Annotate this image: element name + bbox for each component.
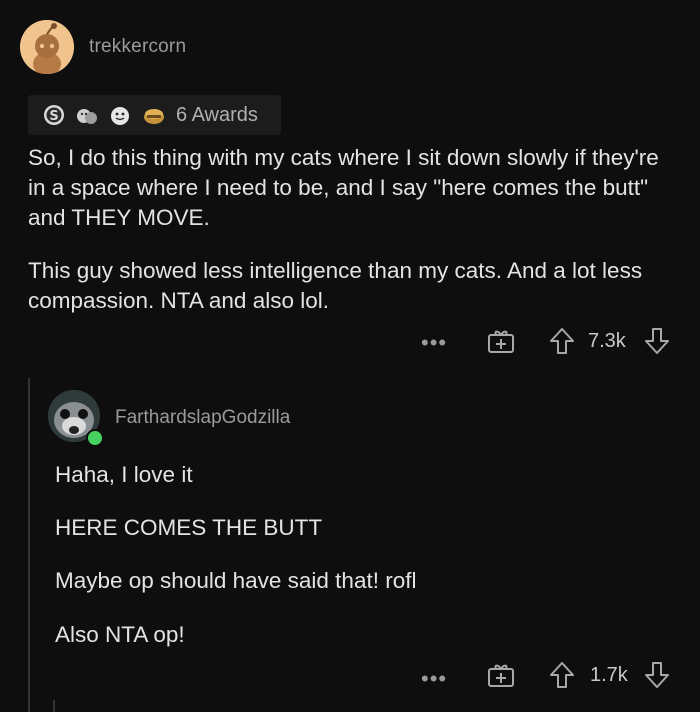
thread-line[interactable] [28, 378, 30, 712]
upvote-icon[interactable] [549, 327, 575, 355]
vote-count: 1.7k [590, 664, 628, 686]
downvote-icon[interactable] [644, 661, 670, 689]
reply-username[interactable]: FarthardslapGodzilla [115, 407, 290, 429]
more-options-button[interactable]: ••• [421, 332, 447, 354]
snoo-avatar-icon [20, 20, 74, 74]
gold-award-icon [144, 109, 164, 124]
downvote-icon[interactable] [644, 327, 670, 355]
vote-count: 7.3k [588, 330, 626, 352]
thread-line[interactable] [53, 700, 55, 712]
online-status-indicator [86, 429, 104, 447]
reply-paragraph: Haha, I love it [55, 462, 193, 487]
reply-paragraph: Also NTA op! [55, 622, 185, 647]
silver-award-icon: S [44, 105, 64, 125]
wholesome-award-icon [111, 107, 129, 125]
user-avatar[interactable] [20, 20, 74, 74]
svg-text:S: S [49, 109, 58, 124]
reply-paragraph: Maybe op should have said that! rofl [55, 568, 417, 593]
give-award-icon[interactable] [487, 328, 515, 354]
comment-paragraph: This guy showed less intelligence than m… [28, 258, 643, 313]
comment-username[interactable]: trekkercorn [89, 36, 186, 58]
reply-paragraph: HERE COMES THE BUTT [55, 515, 323, 540]
awards-bar[interactable]: S 6 Awards [28, 95, 281, 135]
more-options-button[interactable]: ••• [421, 668, 447, 690]
comment-paragraph: So, I do this thing with my cats where I… [28, 145, 659, 230]
hug-award-icon [77, 109, 97, 124]
give-award-icon[interactable] [487, 662, 515, 688]
upvote-icon[interactable] [549, 661, 575, 689]
awards-count: 6 Awards [176, 104, 258, 126]
